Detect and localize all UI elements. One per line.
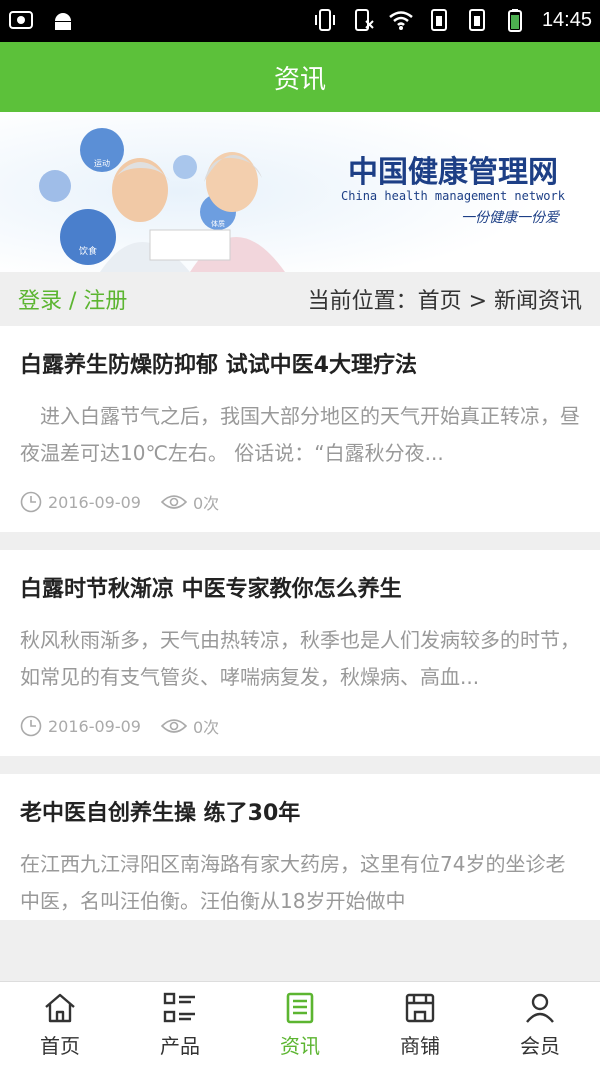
nav-member-label: 会员 — [520, 1033, 560, 1058]
breadcrumb: 当前位置：首页 > 新闻资讯 — [307, 289, 582, 314]
bubble-label-diet: 饮食 — [79, 245, 97, 257]
banner-image[interactable]: 运动 饮食 体质 中国健康管理网 China health management… — [0, 112, 600, 272]
article-list: 白露养生防燥防抑郁 试试中医4大理疗法 进入白露节气之后，我国大部分地区的天气开… — [0, 326, 600, 920]
clock-icon — [20, 491, 42, 513]
article-date: 2016-09-09 — [48, 492, 141, 512]
card-divider — [0, 756, 600, 774]
phone-off-icon — [354, 9, 374, 31]
nav-news[interactable]: 资讯 — [240, 982, 360, 1068]
article-meta: 2016-09-09 0次 — [20, 706, 580, 756]
home-icon — [45, 993, 75, 1022]
article-title[interactable]: 白露养生防燥防抑郁 试试中医4大理疗法 — [20, 326, 580, 384]
nav-home-label: 首页 — [40, 1033, 80, 1058]
user-icon — [526, 993, 554, 1023]
bottom-nav: 首页 产品 资讯 商铺 会员 — [0, 981, 600, 1068]
nav-home[interactable]: 首页 — [0, 982, 120, 1068]
sim1-signal-icon — [430, 9, 447, 31]
eye-icon — [160, 719, 187, 733]
article-title[interactable]: 白露时节秋渐凉 中医专家教你怎么养生 — [20, 550, 580, 608]
logo-cn: 中国健康管理网 — [348, 155, 558, 190]
article-card[interactable]: 老中医自创养生操 练了30年 在江西九江浔阳区南海路有家大药房，这里有位74岁的… — [0, 774, 600, 920]
article-views: 0次 — [192, 718, 220, 737]
card-divider — [0, 532, 600, 550]
page-header: 资讯 — [0, 42, 600, 112]
battery-charging-icon — [507, 9, 522, 32]
article-summary: 在江西九江浔阳区南海路有家大药房，这里有位74岁的坐诊老中医，名叫汪伯衡。汪伯衡… — [20, 852, 566, 913]
nav-member[interactable]: 会员 — [480, 982, 600, 1068]
article-card[interactable]: 白露养生防燥防抑郁 试试中医4大理疗法 进入白露节气之后，我国大部分地区的天气开… — [0, 326, 600, 532]
status-time: 14:45 — [541, 8, 592, 31]
status-bar: 14:45 — [0, 0, 600, 42]
article-card[interactable]: 白露时节秋渐凉 中医专家教你怎么养生 秋风秋雨渐多，天气由热转凉，秋季也是人们发… — [0, 550, 600, 756]
bubble-label-constitution: 体质 — [211, 219, 225, 228]
nav-store[interactable]: 商铺 — [360, 982, 480, 1068]
article-title[interactable]: 老中医自创养生操 练了30年 — [20, 774, 580, 832]
article-summary: 进入白露节气之后，我国大部分地区的天气开始真正转凉，昼夜温差可达10℃左右。 俗… — [20, 404, 580, 465]
nav-store-label: 商铺 — [400, 1033, 440, 1058]
banner-illustration: 运动 饮食 体质 中国健康管理网 China health management… — [0, 112, 600, 272]
article-meta: 2016-09-09 0次 — [20, 482, 580, 532]
nav-news-label: 资讯 — [280, 1033, 320, 1058]
article-views: 0次 — [192, 494, 220, 513]
wifi-icon — [389, 11, 413, 30]
clock-icon — [20, 715, 42, 737]
eye-icon — [160, 495, 187, 509]
nav-products[interactable]: 产品 — [120, 982, 240, 1068]
logo-slogan: 一份健康一份爱 — [461, 210, 560, 226]
vibrate-icon — [314, 9, 335, 31]
document-icon — [286, 992, 314, 1023]
page-title: 资讯 — [273, 64, 326, 95]
login-register-link[interactable]: 登录 / 注册 — [0, 283, 127, 315]
store-icon — [405, 993, 435, 1022]
breadcrumb-bar: 登录 / 注册 当前位置：首页 > 新闻资讯 — [0, 272, 600, 326]
logo-en: China health management network — [341, 189, 566, 203]
bubble-label-sport: 运动 — [94, 158, 110, 168]
nav-products-label: 产品 — [160, 1033, 200, 1058]
article-date: 2016-09-09 — [48, 716, 141, 736]
screenshot-icon — [9, 11, 33, 29]
android-icon — [55, 13, 71, 30]
grid-list-icon — [163, 992, 195, 1022]
sim2-signal-icon — [468, 9, 485, 31]
article-summary: 秋风秋雨渐多，天气由热转凉，秋季也是人们发病较多的时节，如常见的有支气管炎、哮喘… — [20, 628, 580, 689]
